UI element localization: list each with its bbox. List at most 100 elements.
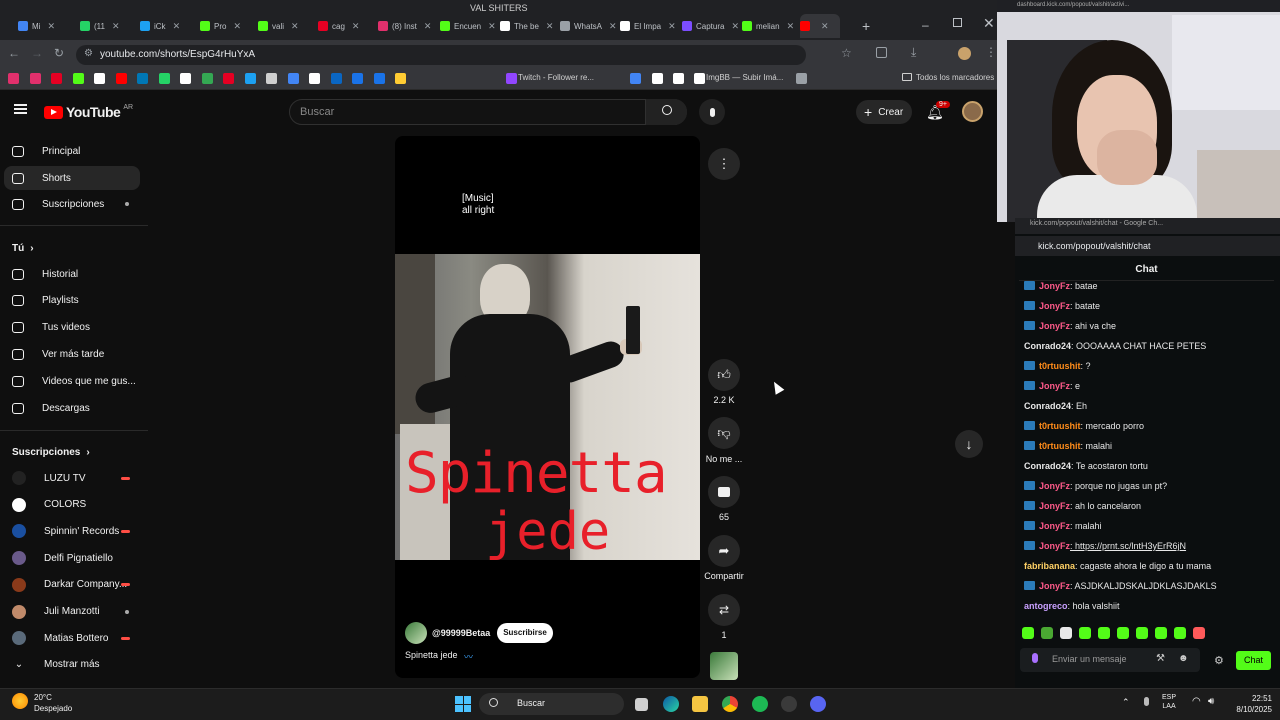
close-window-icon[interactable]: ✕ — [983, 15, 995, 32]
remix-button[interactable]: ⇄ — [708, 594, 740, 626]
emote-icon[interactable] — [1079, 627, 1091, 639]
emote-icon[interactable] — [1117, 627, 1129, 639]
chat-username[interactable]: JonyFz — [1039, 381, 1070, 391]
tab-close-icon[interactable]: ✕ — [821, 21, 829, 32]
sidebar-item-juli-manzotti[interactable]: Juli Manzotti — [0, 600, 148, 624]
chat-username[interactable]: t0rtuushit — [1039, 361, 1081, 371]
sidebar-item-descargas[interactable]: Descargas — [0, 396, 148, 420]
tab-close-icon[interactable]: ✕ — [173, 21, 181, 32]
chat-username[interactable]: JonyFz — [1039, 321, 1070, 331]
download-icon[interactable]: ⤓ — [911, 45, 916, 60]
browser-tab[interactable]: iCk ✕ — [140, 14, 198, 38]
tab-close-icon[interactable]: ✕ — [112, 21, 120, 32]
bookmark-favicon[interactable] — [373, 73, 385, 84]
app-icon[interactable] — [781, 696, 797, 712]
share-button[interactable]: ➦ — [708, 535, 740, 567]
tab-close-icon[interactable]: ✕ — [787, 21, 795, 32]
chrome-icon[interactable] — [722, 696, 738, 712]
volume-icon[interactable]: 🔊︎ — [1208, 696, 1214, 707]
sidebar-item-playlists[interactable]: Playlists — [0, 289, 148, 313]
emote-icon[interactable] — [1193, 627, 1205, 639]
subscribe-button[interactable]: Suscribirse — [497, 623, 553, 643]
discord-icon[interactable] — [810, 696, 826, 712]
browser-tab[interactable]: vali ✕ — [258, 14, 316, 38]
chat-username[interactable]: antogreco — [1024, 601, 1068, 611]
bookmark-favicon[interactable] — [8, 73, 19, 84]
emote-icon[interactable] — [1060, 627, 1072, 639]
chat-username[interactable]: t0rtuushit — [1039, 421, 1081, 431]
bookmark-favicon[interactable] — [51, 73, 62, 84]
weather-widget[interactable]: 20°C Despejado — [34, 692, 72, 714]
browser-tab[interactable]: ✕ — [800, 14, 840, 38]
emote-icon[interactable] — [1041, 627, 1053, 639]
sidebar-item-videos-que-me-gus[interactable]: Videos que me gus... — [0, 369, 148, 393]
reload-icon[interactable]: ↻ — [54, 46, 64, 60]
bookmark-imgbb[interactable]: ImgBB — Subir Imá... — [706, 73, 783, 82]
wifi-icon[interactable]: ◠ — [1192, 696, 1201, 707]
chat-username[interactable]: Conrado24 — [1024, 401, 1071, 411]
bookmark-favicon[interactable] — [630, 73, 641, 84]
bookmark-favicon[interactable] — [694, 73, 705, 84]
sidebar-subs-header[interactable]: Suscripciones › — [0, 440, 148, 464]
chat-settings-icon[interactable]: ⚙ — [1214, 654, 1224, 667]
browser-tab[interactable]: (11 ✕ — [80, 14, 138, 38]
sidebar-item-delfi-pignatiello[interactable]: Delfi Pignatiello — [0, 546, 148, 570]
tab-close-icon[interactable]: ✕ — [291, 21, 299, 32]
tab-close-icon[interactable]: ✕ — [609, 21, 617, 32]
bookmark-favicon[interactable] — [330, 73, 342, 84]
tab-close-icon[interactable]: ✕ — [47, 21, 55, 32]
account-avatar[interactable] — [962, 101, 983, 122]
emoji-icon[interactable]: ☻ — [1178, 653, 1189, 664]
search-box[interactable]: Buscar — [289, 99, 687, 125]
bookmark-favicon[interactable] — [796, 73, 807, 84]
chat-text[interactable]: : https://prnt.sc/lntH3yErR6jN — [1070, 541, 1186, 551]
tab-close-icon[interactable]: ✕ — [731, 21, 739, 32]
tab-close-icon[interactable]: ✕ — [424, 21, 432, 32]
tab-close-icon[interactable]: ✕ — [352, 21, 360, 32]
comments-button[interactable] — [708, 476, 740, 508]
site-info-icon[interactable]: ⚙ — [84, 48, 93, 59]
bookmark-favicon[interactable] — [352, 73, 363, 84]
weather-icon[interactable] — [12, 693, 28, 709]
bookmark-favicon[interactable] — [309, 73, 320, 84]
browser-tab[interactable]: WhatsA ✕ — [560, 14, 618, 38]
emote-icon[interactable] — [1022, 627, 1034, 639]
dislike-button[interactable]: 👎︎ — [708, 417, 740, 449]
sidebar-item-suscripciones[interactable]: Suscripciones — [0, 192, 148, 216]
bookmark-favicon[interactable] — [673, 73, 684, 84]
bookmark-favicon[interactable] — [266, 73, 277, 84]
more-options-button[interactable]: ⋮ — [708, 148, 740, 180]
youtube-logo[interactable]: YouTube AR — [44, 104, 133, 120]
show-hidden-icons[interactable]: ⌃ — [1122, 697, 1130, 708]
spotify-icon[interactable] — [752, 696, 768, 712]
bookmark-favicon[interactable] — [287, 73, 299, 84]
sidebar-item-principal[interactable]: Principal — [0, 139, 148, 163]
command-icon[interactable]: ⚒ — [1156, 653, 1165, 664]
tab-close-icon[interactable]: ✕ — [233, 21, 241, 32]
browser-tab[interactable]: The be ✕ — [500, 14, 558, 38]
menu-icon[interactable]: ⋮ — [985, 45, 997, 59]
send-chat-button[interactable]: Chat — [1236, 651, 1271, 670]
search-button[interactable] — [645, 99, 687, 125]
minimize-icon[interactable]: – — [922, 18, 929, 32]
browser-tab[interactable]: (8) Inst ✕ — [378, 14, 436, 38]
emote-icon[interactable] — [1098, 627, 1110, 639]
sidebar-item-tus-videos[interactable]: Tus videos — [0, 316, 148, 340]
chat-username[interactable]: JonyFz — [1039, 581, 1070, 591]
create-button[interactable]: + Crear — [856, 100, 912, 124]
chat-username[interactable]: JonyFz — [1039, 521, 1070, 531]
bookmark-favicon[interactable] — [94, 73, 105, 84]
sidebar-you-header[interactable]: Tú › — [0, 236, 148, 260]
sidebar-item-matias-bottero[interactable]: Matias Bottero — [0, 626, 148, 650]
bookmark-favicon[interactable] — [137, 73, 148, 84]
sidebar-item-shorts[interactable]: Shorts — [4, 166, 140, 190]
bookmark-favicon[interactable] — [180, 73, 191, 84]
browser-tab[interactable]: Pro ✕ — [200, 14, 258, 38]
chat-username[interactable]: fabribanana — [1024, 561, 1075, 571]
bookmark-favicon[interactable] — [29, 73, 41, 84]
channel-avatar[interactable] — [405, 622, 427, 644]
hamburger-menu-icon[interactable] — [14, 104, 27, 114]
browser-tab[interactable]: El Impa ✕ — [620, 14, 678, 38]
extensions-icon[interactable] — [876, 47, 887, 58]
bookmark-favicon[interactable] — [652, 73, 663, 84]
